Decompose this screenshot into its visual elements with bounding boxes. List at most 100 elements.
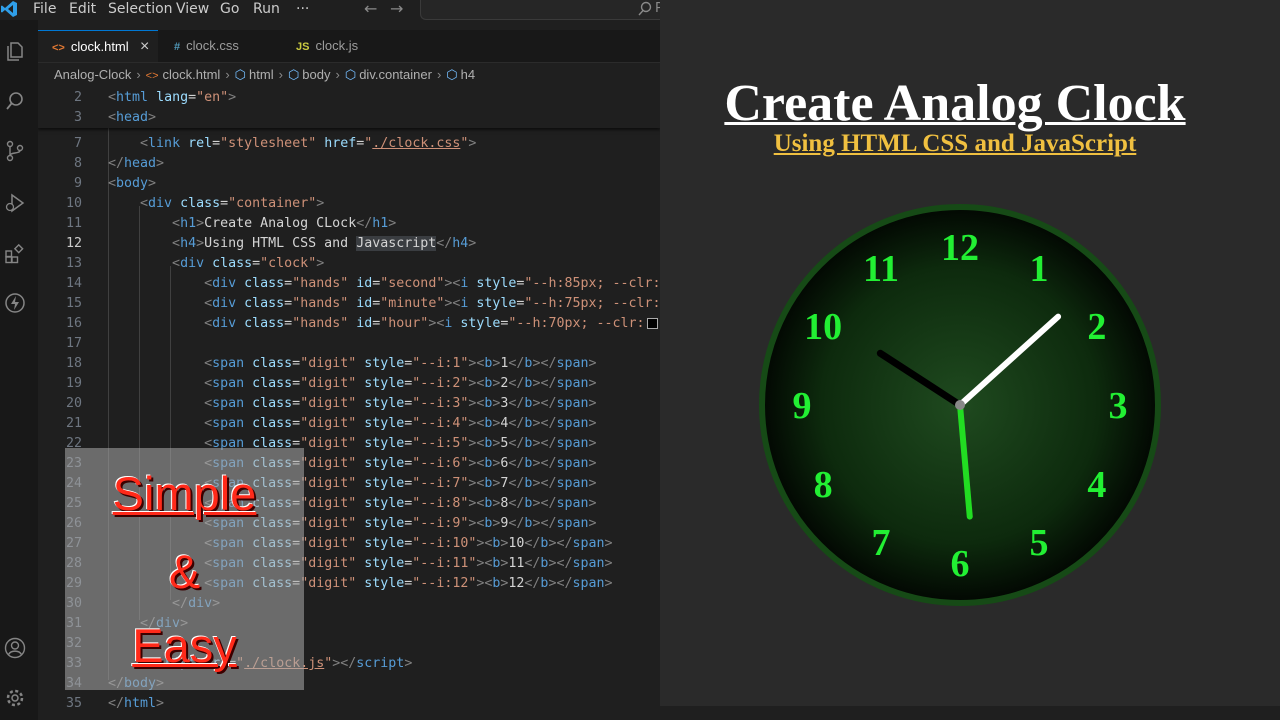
menu-more[interactable]: ···: [296, 0, 309, 18]
search-icon: [638, 1, 652, 16]
menu-bar: File Edit Selection View Go Run ··· ← → …: [0, 0, 663, 20]
line-number: 14: [65, 276, 82, 291]
menu-selection[interactable]: Selection: [108, 0, 173, 18]
element-cube-icon: ⬡: [446, 67, 458, 82]
code-line: 15 <div class="hands" id="minute"><i sty…: [38, 294, 660, 314]
tab-label: clock.html: [70, 39, 129, 54]
clock-digit-6: 6: [951, 543, 970, 585]
code-text: <head>: [108, 110, 157, 125]
code-text: <div class="hands" id="hour"><i style="-…: [108, 314, 660, 334]
code-text: <span class="digit" style="--i:1"><b>1</…: [204, 356, 597, 371]
chevron-right-icon: ›: [278, 67, 283, 82]
clock-center-pin: [955, 400, 965, 410]
browser-preview: Create Analog Clock Using HTML CSS and J…: [660, 0, 1280, 706]
code-text: <div class="hands" id="minute"><i style=…: [108, 294, 660, 314]
code-text: </html>: [108, 696, 165, 711]
code-line: 7 <link rel="stylesheet" href="./clock.c…: [38, 134, 660, 154]
code-line: 12 <h4>Using HTML CSS and Javascript</h4…: [38, 234, 660, 254]
breadcrumb-item[interactable]: html: [249, 67, 274, 82]
tab-clock-css[interactable]: # clock.css: [160, 30, 280, 62]
search-icon[interactable]: [4, 90, 26, 112]
code-line: 3 <head>: [38, 108, 660, 128]
line-number: 13: [65, 256, 82, 271]
account-icon[interactable]: [4, 637, 26, 659]
breadcrumb-item[interactable]: div.container: [359, 67, 432, 82]
clock-digit-9: 9: [793, 385, 812, 427]
line-number: 21: [65, 416, 82, 431]
menu-file[interactable]: File: [33, 0, 56, 18]
code-line: 14 <div class="hands" id="second"><i sty…: [38, 274, 660, 294]
breadcrumb-item[interactable]: clock.html: [163, 67, 221, 82]
tab-label: clock.js: [315, 38, 359, 53]
code-text: <h1>Create Analog CLock</h1>: [172, 216, 397, 231]
clock-face: 123456789101112: [759, 204, 1161, 606]
clock-digit-5: 5: [1030, 522, 1049, 564]
analog-clock: 1 2 3 4 5 6 7 8 9 10 11 12: [755, 200, 1165, 610]
code-line: 11 <h1>Create Analog CLock</h1>: [38, 214, 660, 234]
line-number: 9: [73, 176, 82, 191]
sticky-scroll-header: 2 <html lang="en"> 3 <head>: [38, 86, 660, 128]
settings-gear-icon[interactable]: [4, 687, 26, 709]
command-center-search[interactable]: P: [420, 0, 663, 20]
line-number: 2: [73, 90, 82, 105]
menu-go[interactable]: Go: [220, 0, 239, 18]
line-number: 7: [73, 136, 82, 151]
code-line: 8 </head>: [38, 154, 660, 174]
explorer-icon[interactable]: [4, 40, 26, 62]
line-number: 18: [65, 356, 82, 371]
menu-run[interactable]: Run: [253, 0, 280, 18]
close-tab-icon[interactable]: ×: [140, 31, 149, 63]
clock-digit-2: 2: [1087, 306, 1106, 348]
menu-edit[interactable]: Edit: [69, 0, 96, 18]
code-line: 18 <span class="digit" style="--i:1"><b>…: [38, 354, 660, 374]
code-line: 19 <span class="digit" style="--i:2"><b>…: [38, 374, 660, 394]
html-file-icon: <>: [145, 70, 159, 82]
vscode-logo-icon[interactable]: [0, 0, 18, 18]
back-arrow-icon[interactable]: ←: [364, 0, 377, 18]
code-line: 2 <html lang="en">: [38, 88, 660, 108]
breadcrumb-item[interactable]: body: [302, 67, 330, 82]
lightning-icon[interactable]: [4, 292, 26, 314]
chevron-right-icon: ›: [136, 67, 141, 82]
run-debug-icon[interactable]: [4, 192, 26, 214]
chevron-right-icon: ›: [436, 67, 442, 82]
line-number: 10: [65, 196, 82, 211]
code-line: 13 <div class="clock">: [38, 254, 660, 274]
breadcrumb: Analog-Clock › <> clock.html › ⬡ html › ⬡ body › ⬡ d…: [38, 64, 660, 86]
line-number: 16: [65, 316, 82, 331]
forward-arrow-icon[interactable]: →: [390, 0, 403, 18]
code-line: 9 <body>: [38, 174, 660, 194]
code-line: 16 <div class="hands" id="hour"><i style…: [38, 314, 660, 334]
css-file-icon: #: [174, 41, 181, 53]
tab-clock-js[interactable]: JS clock.js: [282, 30, 402, 62]
code-text: <div class="hands" id="second"><i style=…: [108, 274, 660, 294]
code-line: 17: [38, 334, 660, 354]
menu-view[interactable]: View: [176, 0, 209, 18]
code-text: <span class="digit" style="--i:2"><b>2</…: [204, 376, 597, 391]
element-cube-icon: ⬡: [234, 67, 247, 82]
activity-bar: [0, 20, 38, 720]
code-line: 10 <div class="container">: [38, 194, 660, 214]
code-text: <body>: [108, 176, 157, 191]
code-text: <div class="container">: [140, 196, 325, 211]
preview-title: Create Analog Clock: [724, 75, 1186, 132]
code-text: <link rel="stylesheet" href="./clock.css…: [140, 136, 477, 151]
code-line: 35 </html>: [38, 694, 660, 714]
breadcrumb-item[interactable]: h4: [461, 67, 475, 82]
source-control-icon[interactable]: [4, 140, 26, 162]
line-number: 20: [65, 396, 82, 411]
code-text: <span class="digit" style="--i:3"><b>3</…: [204, 396, 597, 411]
overlay-text-ampersand: &: [168, 545, 201, 598]
element-cube-icon: ⬡: [344, 67, 357, 82]
line-number: 8: [73, 156, 82, 171]
clock-digit-12: 12: [941, 227, 979, 269]
line-number: 11: [65, 216, 82, 231]
breadcrumb-item[interactable]: Analog-Clock: [54, 67, 131, 82]
extensions-icon[interactable]: [4, 242, 26, 264]
line-number: 15: [65, 296, 82, 311]
clock-digit-11: 11: [863, 248, 899, 290]
tab-clock-html[interactable]: <> clock.html ×: [38, 30, 158, 62]
clock-digit-10: 10: [804, 306, 842, 348]
clock-digit-4: 4: [1087, 464, 1106, 506]
editor-tabs: <> clock.html × # clock.css JS clock.js: [38, 30, 660, 63]
